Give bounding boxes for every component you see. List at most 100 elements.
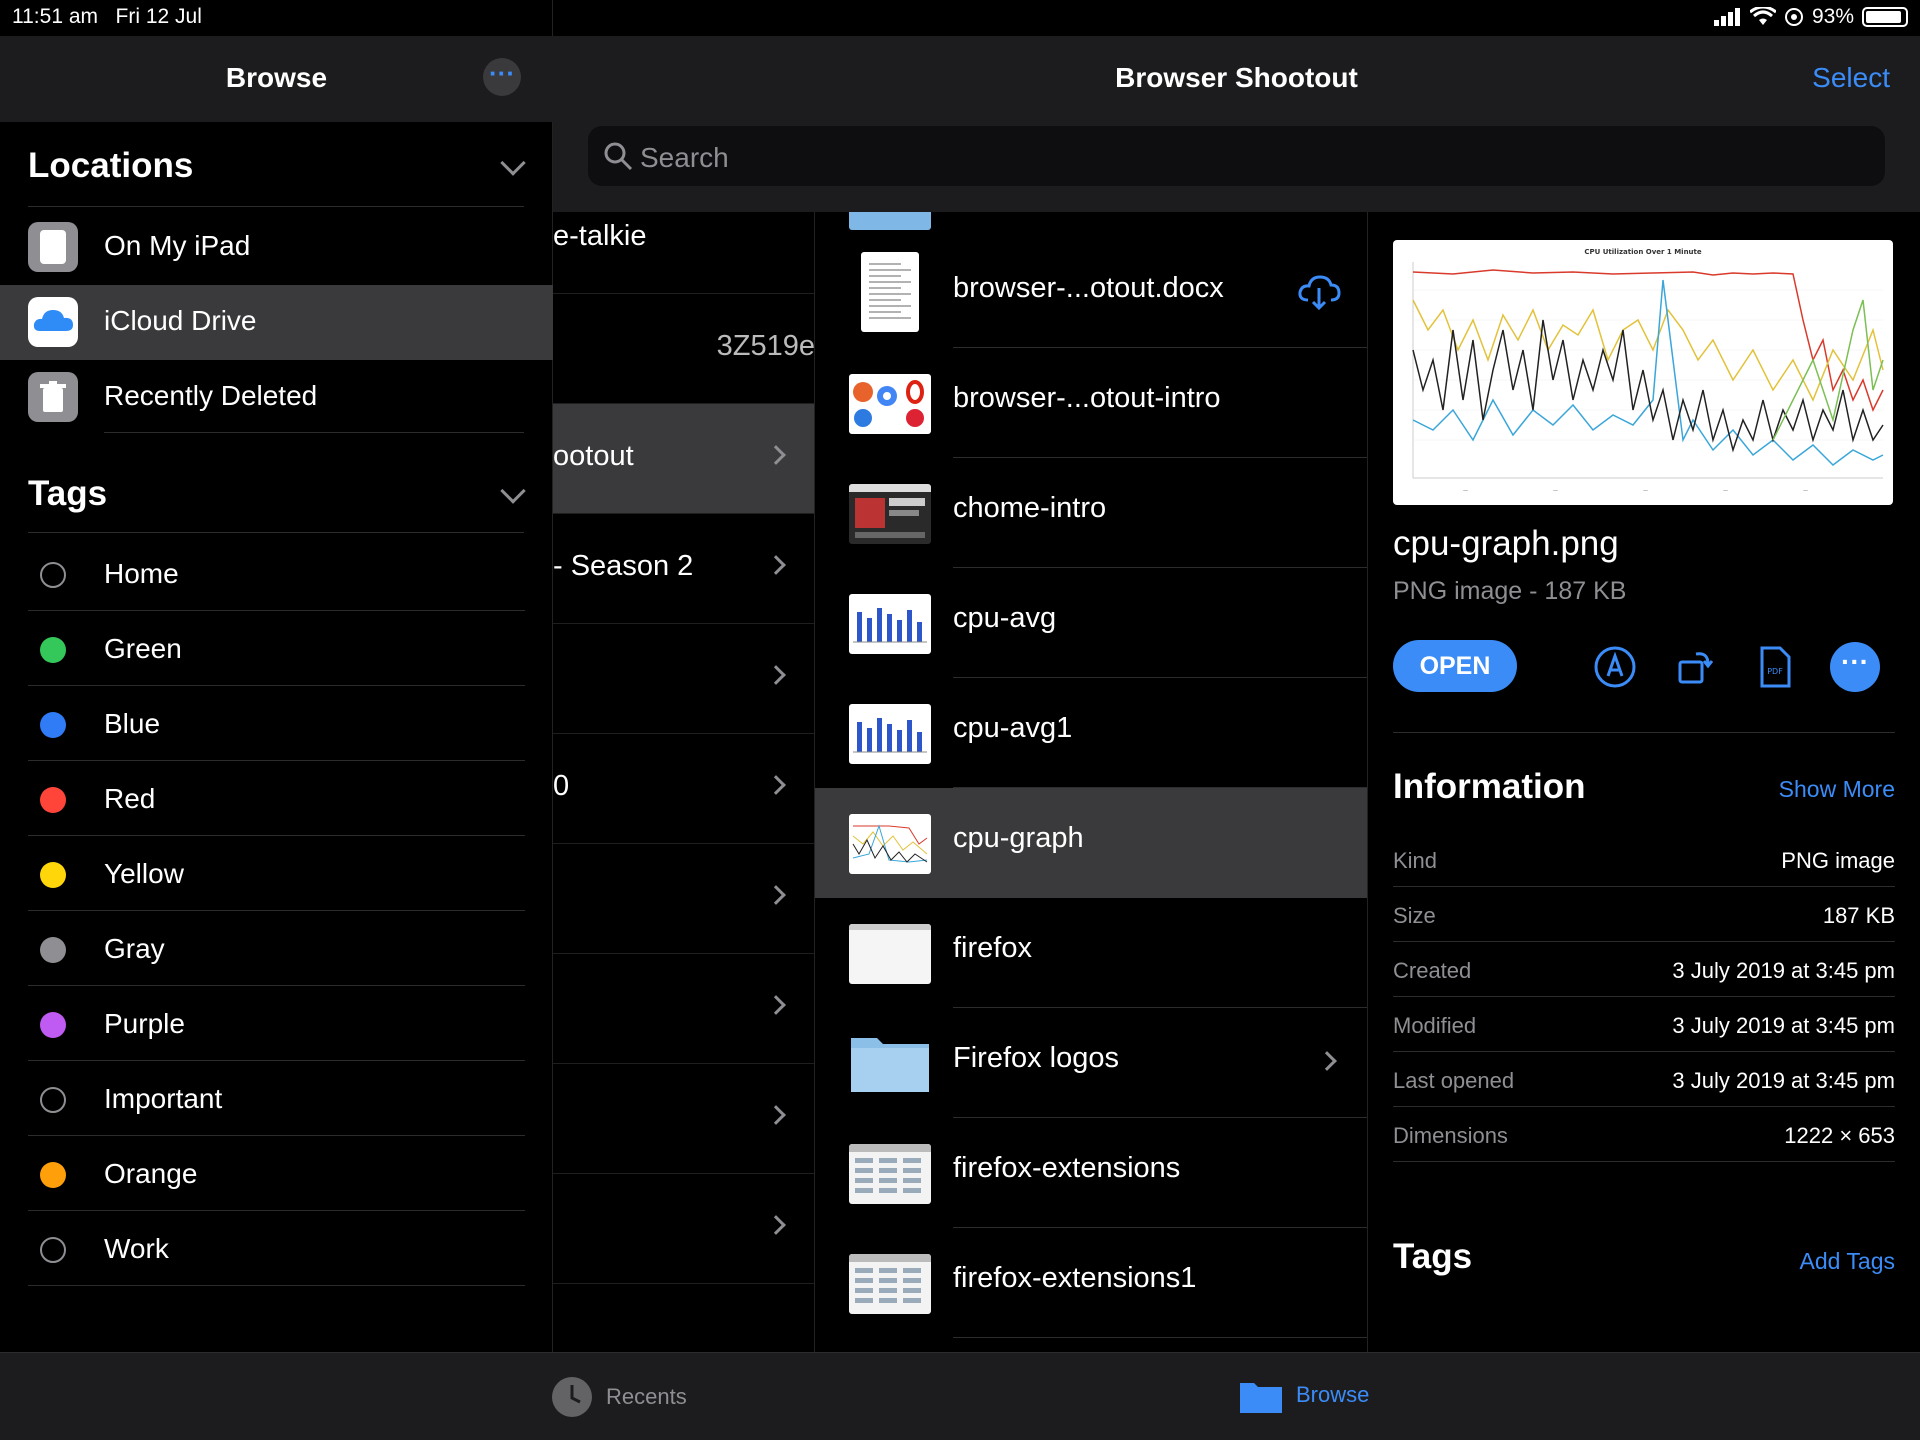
location-recently-deleted[interactable]: Recently Deleted [0, 360, 553, 435]
info-row-size: Size 187 KB [1393, 887, 1895, 942]
tag-blue[interactable]: Blue [0, 686, 553, 761]
file-name: browser-...otout-intro [953, 382, 1221, 414]
file-thumbnail [849, 814, 931, 874]
file-row[interactable]: firefox-extensions [815, 1118, 1367, 1228]
info-key: Kind [1393, 848, 1438, 873]
file-name: cpu-avg [953, 602, 1057, 634]
folder-icon [1240, 1383, 1282, 1413]
file-row[interactable]: cpu-avg [815, 568, 1367, 678]
tag-color-dot-icon [40, 1087, 66, 1113]
locations-collapse-chevron-icon[interactable] [500, 150, 526, 176]
folder-row[interactable] [553, 954, 814, 1064]
file-preview[interactable]: CPU Utilization Over 1 Minute — — — — — [1393, 240, 1893, 505]
folder-row[interactable]: e-talkie [553, 212, 814, 294]
tag-color-dot-icon [40, 712, 66, 738]
tag-work[interactable]: Work [0, 1211, 553, 1286]
file-row[interactable]: firefox-extensions1 [815, 1228, 1367, 1338]
file-thumbnail [849, 924, 931, 984]
tag-yellow[interactable]: Yellow [0, 836, 553, 911]
folder-row[interactable] [553, 1064, 814, 1174]
folder-thumbnail-partial [849, 212, 931, 230]
markup-icon[interactable] [1590, 642, 1640, 692]
folder-row[interactable]: 3Z519e [553, 294, 815, 404]
create-pdf-icon[interactable]: PDF [1750, 642, 1800, 692]
sidebar-more-button[interactable]: ··· [483, 58, 521, 96]
sidebar-header: Browse ··· [0, 36, 553, 122]
file-name: firefox [953, 932, 1032, 964]
cloud-download-icon[interactable] [1296, 272, 1342, 317]
search-bar: Search [553, 122, 1920, 212]
folder-row[interactable]: ootout [553, 404, 814, 514]
location-on-my-ipad[interactable]: On My iPad [0, 210, 553, 285]
tag-green[interactable]: Green [0, 611, 553, 686]
folder-row[interactable] [553, 844, 814, 954]
tag-home[interactable]: Home [0, 536, 553, 611]
file-thumbnail [849, 1144, 931, 1204]
tag-label: Gray [104, 933, 165, 964]
tag-color-dot-icon [40, 937, 66, 963]
tag-label: Orange [104, 1158, 198, 1189]
info-value: 3 July 2019 at 3:45 pm [1672, 958, 1895, 983]
folder-row[interactable]: - Season 2 [553, 514, 814, 624]
location-icloud-drive[interactable]: iCloud Drive [0, 285, 553, 360]
file-thumbnail [849, 704, 931, 764]
tag-label: Home [104, 558, 179, 589]
chevron-right-icon [766, 1105, 786, 1125]
tag-important[interactable]: Important [0, 1061, 553, 1136]
divider [104, 432, 524, 433]
file-thumbnail [861, 252, 919, 332]
info-row-modified: Modified 3 July 2019 at 3:45 pm [1393, 997, 1895, 1052]
tab-label: Browse [1296, 1382, 1370, 1407]
tag-label: Blue [104, 708, 161, 739]
file-row[interactable]: chome-intro [815, 458, 1367, 568]
file-name: Firefox logos [953, 1042, 1120, 1074]
folder-name-partial: 3Z519e [716, 330, 815, 362]
show-more-link[interactable]: Show More [1779, 776, 1895, 803]
file-row[interactable]: browser-...otout-intro [815, 348, 1367, 458]
add-tags-link[interactable]: Add Tags [1800, 1248, 1895, 1275]
folder-row[interactable] [553, 624, 814, 734]
tab-recents[interactable]: Recents [550, 1375, 687, 1419]
tag-red[interactable]: Red [0, 761, 553, 836]
status-right: 93% [1713, 5, 1908, 29]
search-input[interactable]: Search [588, 126, 1885, 186]
file-row[interactable]: cpu-graph [815, 788, 1367, 898]
svg-text:—: — [1643, 488, 1648, 494]
file-thumbnail [849, 1254, 931, 1314]
folder-title: Browser Shootout [1115, 62, 1358, 93]
parent-folder-column: e-talkie 3Z519e ootout - Season 2 0 [553, 212, 815, 1352]
more-actions-icon[interactable]: ··· [1830, 642, 1880, 692]
location-label: iCloud Drive [104, 305, 257, 336]
tag-color-dot-icon [40, 637, 66, 663]
chevron-right-icon [766, 775, 786, 795]
tag-label: Work [104, 1233, 169, 1264]
file-thumbnail [849, 484, 931, 544]
folder-name-partial: ootout [553, 440, 634, 472]
info-value: 3 July 2019 at 3:45 pm [1672, 1013, 1895, 1038]
rotate-icon[interactable] [1670, 642, 1720, 692]
icloud-icon [28, 297, 78, 347]
file-name: firefox-extensions [953, 1152, 1181, 1184]
tags-collapse-chevron-icon[interactable] [500, 478, 526, 504]
info-key: Modified [1393, 1013, 1477, 1038]
chevron-right-icon [766, 1215, 786, 1235]
info-value: 1222 × 653 [1784, 1123, 1895, 1148]
folder-row[interactable] [553, 1174, 814, 1284]
file-name: cpu-graph.png [1393, 524, 1619, 563]
chevron-right-icon [766, 665, 786, 685]
tag-orange[interactable]: Orange [0, 1136, 553, 1211]
tab-browse[interactable]: Browse [1238, 1375, 1369, 1415]
tag-purple[interactable]: Purple [0, 986, 553, 1061]
file-name: cpu-avg1 [953, 712, 1073, 744]
file-row[interactable]: firefox [815, 898, 1367, 1008]
chevron-right-icon [766, 445, 786, 465]
battery-percent: 93% [1811, 5, 1854, 28]
file-row[interactable]: cpu-avg1 [815, 678, 1367, 788]
select-button[interactable]: Select [1812, 62, 1890, 94]
folder-row[interactable]: 0 [553, 734, 814, 844]
file-row[interactable]: browser-...otout.docx [815, 238, 1367, 348]
tag-gray[interactable]: Gray [0, 911, 553, 986]
file-row[interactable]: Firefox logos [815, 1008, 1367, 1118]
chevron-right-icon [766, 885, 786, 905]
open-button[interactable]: OPEN [1393, 640, 1517, 692]
